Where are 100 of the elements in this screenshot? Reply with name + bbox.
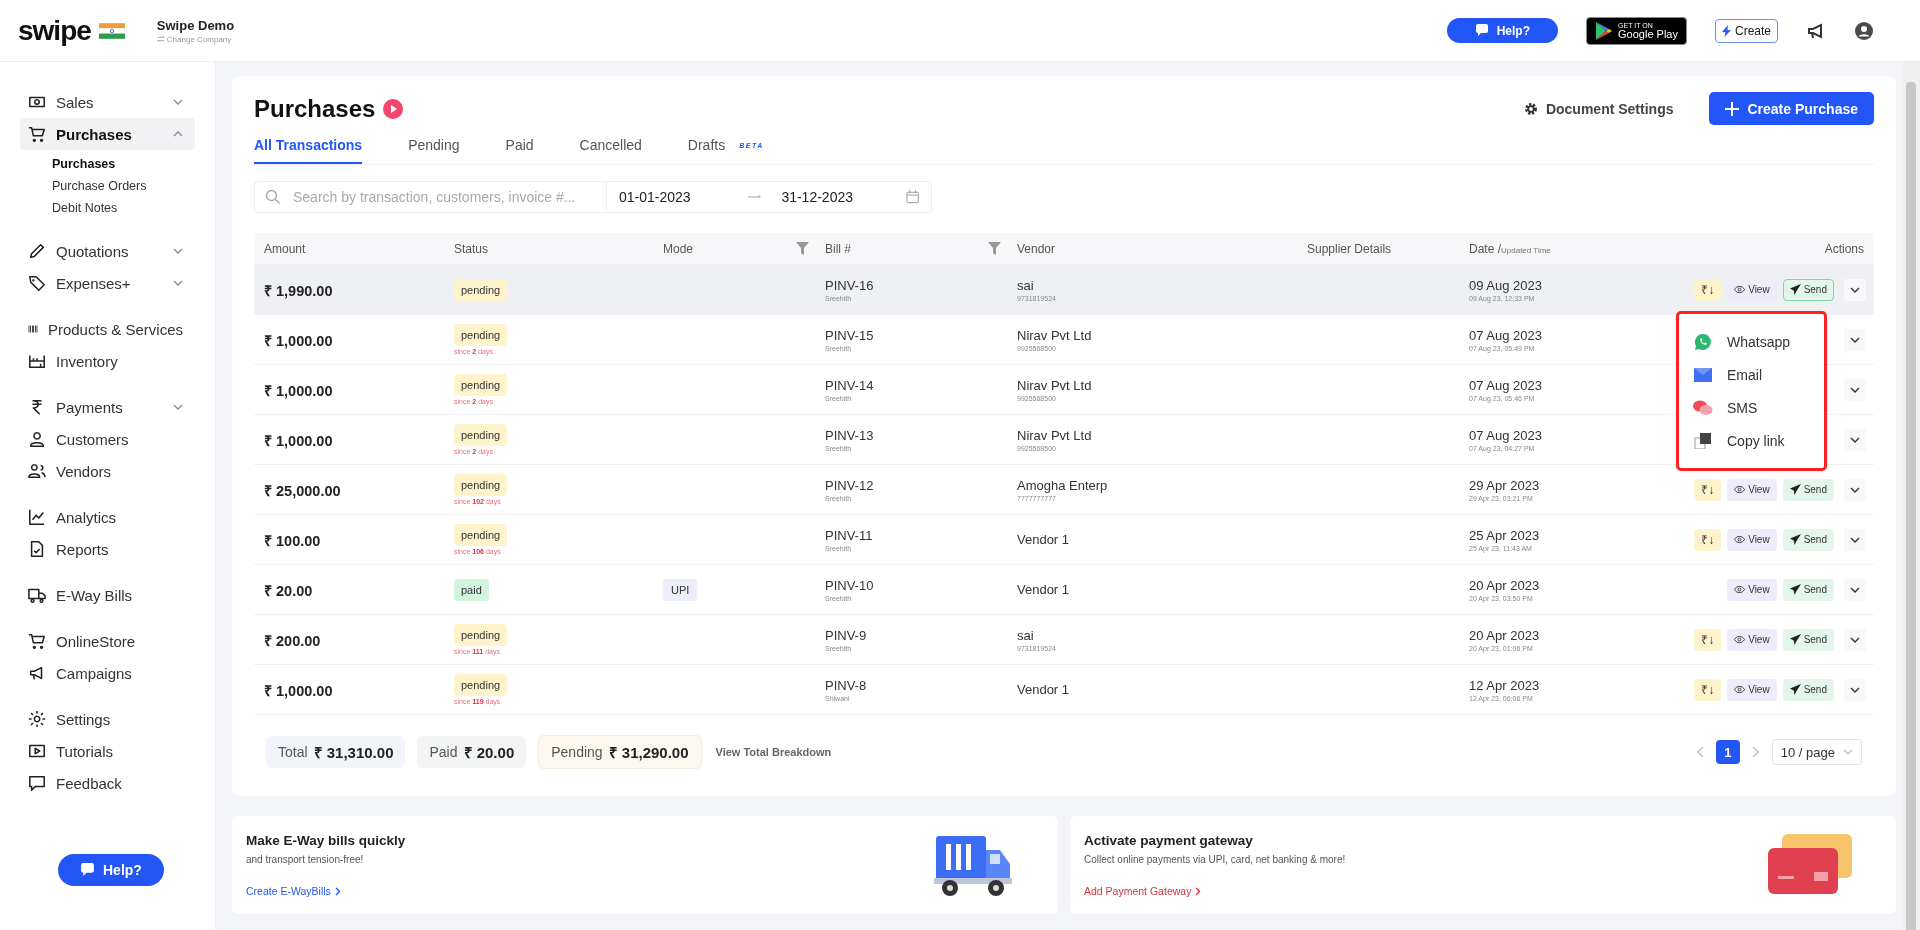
user-icon[interactable] — [1854, 20, 1874, 41]
menu-item[interactable]: Copy link — [1693, 424, 1810, 457]
date-range-field[interactable]: 01-01-2023 31-12-2023 — [606, 181, 932, 213]
next-page-icon[interactable] — [1751, 746, 1760, 758]
sidebar-item[interactable]: OnlineStore — [20, 625, 195, 657]
previous-page-icon[interactable] — [1695, 746, 1704, 758]
view-button[interactable]: View — [1727, 278, 1777, 301]
sidebar-item[interactable]: Reports — [20, 533, 195, 565]
create-button[interactable]: Create — [1714, 18, 1778, 43]
more-button[interactable] — [1844, 378, 1866, 401]
more-button[interactable] — [1844, 528, 1866, 551]
view-breakdown-link[interactable]: View Total Breakdown — [715, 746, 832, 758]
promo-link[interactable]: Create E-WayBills — [246, 885, 406, 897]
status-badge: pending — [454, 374, 508, 396]
sidebar-subitem[interactable]: Purchases — [52, 156, 215, 173]
sidebar-item[interactable]: Campaigns — [20, 657, 195, 689]
amount-text: ₹ 200.00 — [264, 631, 321, 650]
more-button[interactable] — [1844, 328, 1866, 351]
sidebar-item[interactable]: Sales — [20, 86, 195, 118]
paper-plane-icon — [1789, 584, 1801, 595]
amount-text: ₹ 1,000.00 — [264, 331, 333, 350]
person-icon — [28, 430, 46, 448]
bill-number: PINV-8 — [825, 677, 867, 693]
sidebar-item[interactable]: Quotations — [20, 235, 195, 267]
more-button[interactable] — [1844, 678, 1866, 701]
record-payment-button[interactable]: ₹↓ — [1694, 628, 1722, 651]
sidebar-item[interactable]: Purchases — [20, 118, 195, 150]
copy-icon — [1693, 432, 1713, 449]
chevron-icon — [1850, 336, 1860, 343]
sidebar-item[interactable]: Feedback — [20, 767, 195, 799]
sidebar-item[interactable]: Products & Services — [20, 313, 195, 345]
total-label: Total — [278, 744, 308, 760]
tab[interactable]: All Transactions — [254, 129, 363, 164]
create-purchase-button[interactable]: Create Purchase — [1709, 92, 1874, 125]
amount-text: ₹ 1,000.00 — [264, 431, 333, 450]
sidebar-item[interactable]: Analytics — [20, 501, 195, 533]
status-badge: pending — [454, 524, 508, 546]
cart-icon — [28, 125, 46, 143]
more-button[interactable] — [1844, 278, 1866, 301]
send-button[interactable]: Send — [1782, 678, 1834, 701]
view-button[interactable]: View — [1727, 628, 1777, 651]
calendar-icon[interactable] — [905, 190, 919, 204]
document-settings-button[interactable]: Document Settings — [1517, 99, 1680, 118]
amount-text: ₹ 1,000.00 — [264, 381, 333, 400]
send-button[interactable]: Send — [1782, 628, 1834, 651]
sidebar-item[interactable]: Inventory — [20, 345, 195, 377]
sidebar-subitem[interactable]: Purchase Orders — [52, 178, 215, 195]
vendor-name: Vendor 1 — [1017, 532, 1070, 547]
bill-number: PINV-12 — [825, 477, 874, 493]
paper-plane-icon — [1789, 534, 1801, 545]
tab[interactable]: Pending — [408, 129, 460, 164]
search-field[interactable]: Search by transaction, customers, invoice #... — [254, 181, 606, 213]
view-button[interactable]: View — [1727, 478, 1777, 501]
eye-icon — [1734, 685, 1746, 694]
play-icon[interactable] — [383, 98, 404, 119]
sidebar-item[interactable]: Vendors — [20, 455, 195, 487]
page-size-select[interactable]: 10 / page — [1771, 739, 1862, 765]
send-button[interactable]: Send — [1782, 478, 1834, 501]
paper-plane-icon — [1789, 684, 1801, 695]
column-header: Status — [454, 241, 489, 256]
send-button[interactable]: Send — [1782, 578, 1834, 601]
lightning-icon — [1721, 24, 1731, 37]
send-button[interactable]: Send — [1782, 278, 1834, 301]
chevron-icon — [1843, 749, 1853, 755]
sidebar-item[interactable]: Settings — [20, 703, 195, 735]
help-button[interactable]: Help? — [1446, 18, 1559, 43]
promo-description: Collect online payments via UPI, card, net banking & more! — [1084, 854, 1346, 865]
page-button[interactable]: 1 — [1715, 740, 1740, 764]
sidebar-item[interactable]: Tutorials — [20, 735, 195, 767]
sidebar-subitem[interactable]: Debit Notes — [52, 200, 215, 217]
swipe-logo[interactable]: swipe — [18, 14, 91, 47]
help-button[interactable]: Help? — [58, 854, 164, 886]
eye-icon — [1734, 585, 1746, 594]
filter-icon[interactable] — [988, 242, 1001, 255]
tab[interactable]: Cancelled — [579, 129, 642, 164]
send-button[interactable]: Send — [1782, 528, 1834, 551]
more-button[interactable] — [1844, 628, 1866, 651]
menu-item[interactable]: Whatsapp — [1693, 325, 1810, 358]
record-payment-button[interactable]: ₹↓ — [1694, 678, 1722, 701]
view-button[interactable]: View — [1727, 678, 1777, 701]
view-button[interactable]: View — [1727, 578, 1777, 601]
record-payment-button[interactable]: ₹↓ — [1694, 478, 1722, 501]
scrollbar[interactable] — [1902, 62, 1920, 930]
sidebar-item[interactable]: Expenses+ — [20, 267, 195, 299]
view-button[interactable]: View — [1727, 528, 1777, 551]
more-button[interactable] — [1844, 578, 1866, 601]
record-payment-button[interactable]: ₹↓ — [1694, 528, 1722, 551]
record-payment-button[interactable]: ₹↓ — [1694, 278, 1722, 301]
tab[interactable]: Paid — [505, 129, 534, 164]
sidebar-item[interactable]: Customers — [20, 423, 195, 455]
filter-icon[interactable] — [796, 242, 809, 255]
column-header: Vendor — [1017, 241, 1056, 256]
sidebar-item[interactable]: Payments — [20, 391, 195, 423]
bill-date: 25 Apr 2023 — [1469, 527, 1540, 543]
vendor-name: Nirav Pvt Ltd — [1017, 377, 1092, 393]
status-badge: pending — [454, 624, 508, 646]
more-button[interactable] — [1844, 428, 1866, 451]
more-button[interactable] — [1844, 478, 1866, 501]
promo-link[interactable]: Add Payment Gateway — [1084, 885, 1346, 897]
sidebar-item[interactable]: E-Way Bills — [20, 579, 195, 611]
